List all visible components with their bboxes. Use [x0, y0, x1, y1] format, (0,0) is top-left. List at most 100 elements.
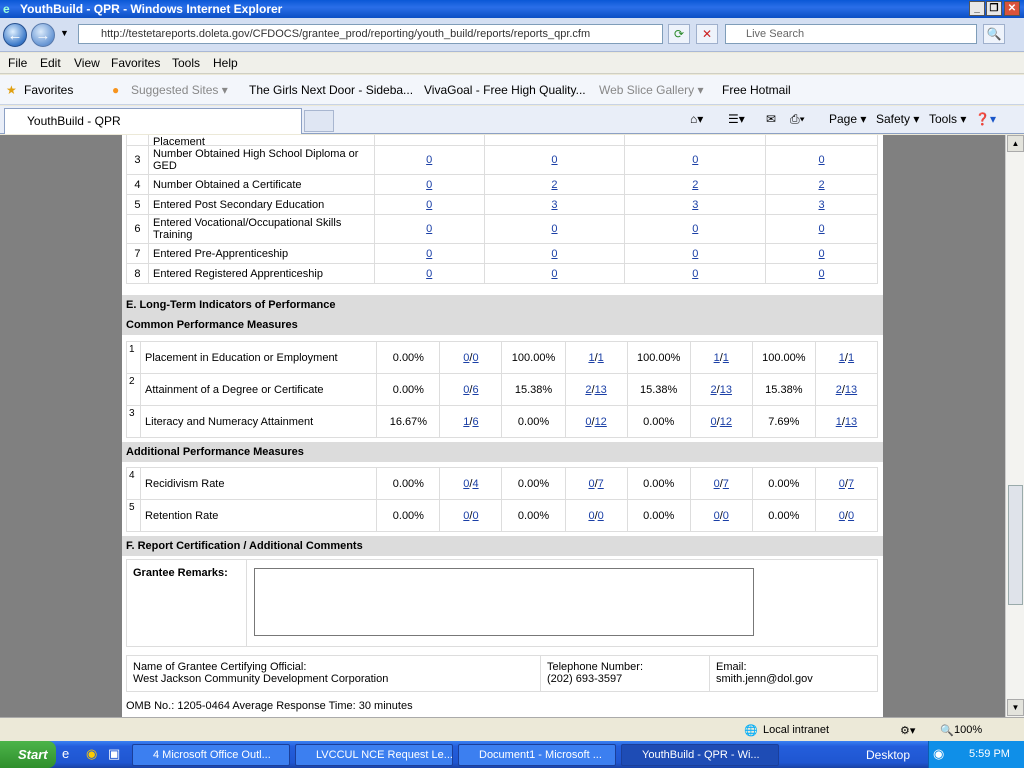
search-input[interactable]: Live Search — [725, 24, 977, 44]
value-link[interactable]: 0 — [692, 248, 698, 260]
fav-free-hotmail[interactable]: Free Hotmail — [722, 83, 791, 97]
quicklaunch-ie-icon[interactable]: e — [62, 746, 69, 761]
help-icon[interactable]: ❓▾ — [975, 112, 996, 126]
value-link[interactable]: 0 — [426, 248, 432, 260]
menu-view[interactable]: View — [74, 56, 100, 70]
new-tab-button[interactable] — [304, 110, 334, 132]
value-link[interactable]: 3 — [692, 199, 698, 211]
taskbar-document1[interactable]: Document1 - Microsoft ... — [458, 744, 616, 766]
value-link[interactable]: 2 — [819, 179, 825, 191]
denominator-link[interactable]: 13 — [845, 384, 857, 396]
page-menu[interactable]: Page ▾ — [829, 112, 866, 126]
denominator-link[interactable]: 13 — [720, 384, 732, 396]
value-cell: 0 — [373, 194, 485, 215]
minimize-button[interactable]: _ — [969, 1, 985, 16]
address-input[interactable]: http://testetareports.doleta.gov/CFDOCS/… — [78, 24, 663, 44]
scroll-down-icon[interactable]: ▼ — [1007, 699, 1024, 716]
forward-button[interactable]: → — [31, 23, 55, 47]
denominator-link[interactable]: 1 — [723, 352, 729, 364]
scroll-thumb[interactable] — [1008, 485, 1023, 605]
grantee-remarks-textarea[interactable] — [254, 568, 754, 636]
denominator-link[interactable]: 6 — [472, 384, 478, 396]
fav-vivagoal[interactable]: VivaGoal - Free High Quality... — [424, 83, 586, 97]
value-link[interactable]: 0 — [819, 154, 825, 166]
denominator-link[interactable]: 12 — [720, 416, 732, 428]
taskbar-outlook[interactable]: 4 Microsoft Office Outl... — [132, 744, 290, 766]
menu-tools[interactable]: Tools — [172, 56, 200, 70]
value-link[interactable]: 0 — [819, 248, 825, 260]
back-button[interactable]: ← — [3, 23, 27, 47]
feeds-icon[interactable]: ☰▾ — [728, 112, 745, 126]
taskbar-youthbuild[interactable]: YouthBuild - QPR - Wi... — [621, 744, 779, 766]
quicklaunch-outlook-icon[interactable]: ◉ — [86, 746, 97, 762]
denominator-link[interactable]: 13 — [845, 416, 857, 428]
stop-button[interactable]: ✕ — [696, 24, 718, 44]
scroll-up-icon[interactable]: ▲ — [1007, 135, 1024, 152]
tools-menu[interactable]: Tools ▾ — [929, 112, 966, 126]
tab-youthbuild[interactable]: YouthBuild - QPR — [4, 108, 302, 134]
value-link[interactable]: 0 — [551, 268, 557, 280]
desktop-toolbar[interactable]: Desktop — [866, 748, 910, 762]
denominator-link[interactable]: 0 — [723, 510, 729, 522]
safety-menu[interactable]: Safety ▾ — [876, 112, 919, 126]
denominator-link[interactable]: 4 — [472, 478, 478, 490]
protected-mode-icon[interactable]: ⚙▾ — [900, 724, 915, 737]
refresh-button[interactable]: ⟳ — [668, 24, 690, 44]
denominator-link[interactable]: 12 — [595, 416, 607, 428]
value-link[interactable]: 2 — [692, 179, 698, 191]
value-link[interactable]: 3 — [819, 199, 825, 211]
row-label: Entered Vocational/Occupational Skills T… — [147, 214, 375, 244]
tray-outlook-icon[interactable]: ◉ — [933, 746, 944, 762]
denominator-link[interactable]: 0 — [472, 510, 478, 522]
table-row: 5 Retention Rate 0.00% 0/0 0.00% 0/0 0.00% 0/0 0… — [125, 499, 879, 532]
denominator-link[interactable]: 1 — [848, 352, 854, 364]
value-link[interactable]: 0 — [692, 223, 698, 235]
table-row: 4 Recidivism Rate 0.00% 0/4 0.00% 0/7 0.00% 0/7… — [125, 467, 879, 500]
mail-icon[interactable]: ✉ — [766, 112, 776, 126]
denominator-link[interactable]: 13 — [595, 384, 607, 396]
value-link[interactable]: 0 — [692, 154, 698, 166]
value-link[interactable]: 0 — [819, 268, 825, 280]
value-link[interactable]: 3 — [551, 199, 557, 211]
value-cell: 0 — [483, 263, 626, 284]
value-link[interactable]: 0 — [426, 268, 432, 280]
value-link[interactable]: 2 — [551, 179, 557, 191]
denominator-link[interactable]: 1 — [598, 352, 604, 364]
taskbar-lvccul[interactable]: LVCCUL NCE Request Le... — [295, 744, 453, 766]
vertical-scrollbar[interactable]: ▲ ▼ — [1005, 135, 1024, 717]
denominator-link[interactable]: 6 — [472, 416, 478, 428]
maximize-button[interactable]: ❐ — [986, 1, 1002, 16]
fav-girls-next-door[interactable]: The Girls Next Door - Sideba... — [249, 83, 413, 97]
denominator-link[interactable]: 7 — [723, 478, 729, 490]
denominator-link[interactable]: 0 — [472, 352, 478, 364]
denominator-link[interactable]: 0 — [848, 510, 854, 522]
value-link[interactable]: 0 — [551, 248, 557, 260]
fav-suggested-sites[interactable]: Suggested Sites ▾ — [131, 83, 228, 97]
value-link[interactable]: 0 — [692, 268, 698, 280]
close-button[interactable]: ✕ — [1004, 1, 1020, 16]
menu-favorites[interactable]: Favorites — [111, 56, 160, 70]
menu-help[interactable]: Help — [213, 56, 238, 70]
value-link[interactable]: 0 — [819, 223, 825, 235]
menu-edit[interactable]: Edit — [40, 56, 61, 70]
denominator-link[interactable]: 7 — [598, 478, 604, 490]
menu-file[interactable]: File — [8, 56, 27, 70]
favorites-button[interactable]: Favorites — [24, 83, 73, 97]
print-icon[interactable]: ⎙▾ — [790, 112, 805, 127]
value-link[interactable]: 0 — [426, 199, 432, 211]
zoom-level[interactable]: 100% — [954, 724, 982, 736]
recent-pages-dropdown-icon[interactable]: ▼ — [60, 28, 69, 38]
denominator-link[interactable]: 7 — [848, 478, 854, 490]
value-link[interactable]: 0 — [551, 154, 557, 166]
quicklaunch-desktop-icon[interactable]: ▣ — [108, 746, 120, 762]
denominator-link[interactable]: 0 — [598, 510, 604, 522]
home-icon[interactable]: ⌂▾ — [690, 112, 703, 126]
start-button[interactable]: Start — [0, 741, 56, 768]
value-link[interactable]: 0 — [426, 154, 432, 166]
search-icon[interactable]: 🔍 — [983, 24, 1005, 44]
value-link[interactable]: 0 — [426, 179, 432, 191]
favorites-star-icon: ★ — [6, 83, 17, 97]
value-link[interactable]: 0 — [426, 223, 432, 235]
value-link[interactable]: 0 — [551, 223, 557, 235]
fav-web-slice-gallery[interactable]: Web Slice Gallery ▾ — [599, 83, 704, 97]
